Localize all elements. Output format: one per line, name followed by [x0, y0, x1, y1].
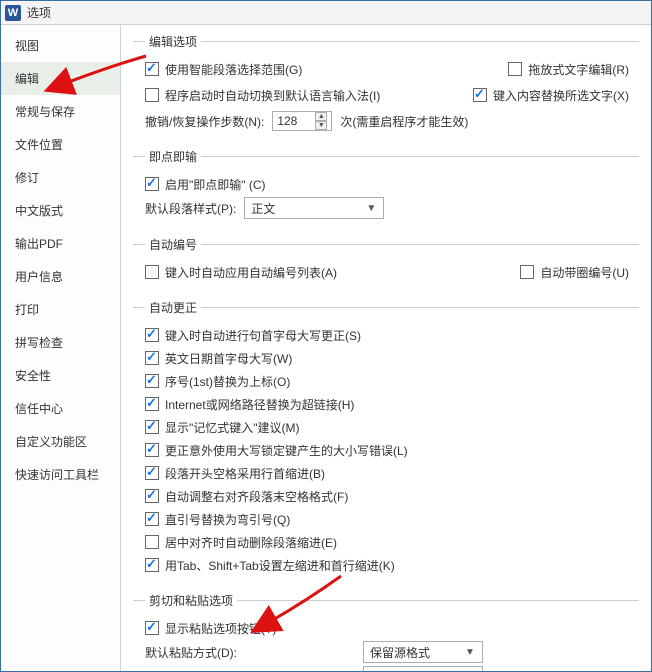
- default-paste-label: 默认粘贴方式(D):: [145, 644, 295, 661]
- group-legend: 自动更正: [145, 299, 201, 316]
- group-legend: 自动编号: [145, 236, 201, 253]
- chevron-down-icon: ▼: [462, 647, 478, 658]
- checkbox-autocorrect-item[interactable]: Internet或网络路径替换为超链接(H): [145, 396, 354, 413]
- check-icon: [145, 374, 159, 388]
- checkbox-enable-click-type[interactable]: 启用"即点即输" (C): [145, 176, 266, 193]
- chevron-down-icon: ▼: [363, 203, 379, 214]
- check-icon: [145, 466, 159, 480]
- check-icon: [145, 177, 159, 191]
- checkbox-autocorrect-item[interactable]: 英文日期首字母大写(W): [145, 350, 292, 367]
- app-icon: W: [5, 5, 21, 21]
- checkbox-autocorrect-item[interactable]: 序号(1st)替换为上标(O): [145, 373, 290, 390]
- check-icon: [145, 420, 159, 434]
- checkbox-autocorrect-item[interactable]: 自动调整右对齐段落末空格格式(F): [145, 488, 348, 505]
- sidebar-item[interactable]: 打印: [1, 293, 120, 326]
- undo-steps-label: 撤销/恢复操作步数(N):: [145, 113, 264, 130]
- window-title: 选项: [27, 4, 51, 21]
- content-pane: 编辑选项 使用智能段落选择范围(G) 拖放式文字编辑(R): [121, 25, 651, 671]
- group-cut-paste: 剪切和粘贴选项 显示粘贴选项按钮(T) 默认粘贴方式(D): 保留源格式 ▼ 将…: [133, 592, 639, 671]
- check-icon: [520, 265, 534, 279]
- check-icon: [145, 265, 159, 279]
- sidebar-item[interactable]: 修订: [1, 161, 120, 194]
- spinner-up-icon[interactable]: ▲: [315, 112, 327, 121]
- default-paste-select[interactable]: 保留源格式 ▼: [363, 641, 483, 663]
- undo-steps-suffix: 次(需重启程序才能生效): [340, 113, 468, 130]
- checkbox-auto-switch-ime[interactable]: 程序启动时自动切换到默认语言输入法(I): [145, 87, 380, 104]
- check-icon: [145, 535, 159, 549]
- sidebar-item[interactable]: 安全性: [1, 359, 120, 392]
- group-legend: 编辑选项: [145, 33, 201, 50]
- sidebar-item[interactable]: 文件位置: [1, 128, 120, 161]
- check-icon: [145, 443, 159, 457]
- insert-image-label: 将图片插入/粘贴方式(Z):: [145, 669, 295, 672]
- spinner-down-icon[interactable]: ▼: [315, 121, 327, 130]
- checkbox-apply-numbered-list[interactable]: 键入时自动应用自动编号列表(A): [145, 264, 337, 281]
- group-auto-number: 自动编号 键入时自动应用自动编号列表(A) 自动带圈编号(U): [133, 236, 639, 289]
- checkbox-autocorrect-item[interactable]: 段落开头空格采用行首缩进(B): [145, 465, 325, 482]
- checkbox-autocorrect-item[interactable]: 直引号替换为弯引号(Q): [145, 511, 290, 528]
- check-icon: [145, 489, 159, 503]
- check-icon: [145, 328, 159, 342]
- checkbox-replace-selection[interactable]: 键入内容替换所选文字(X): [473, 87, 629, 104]
- undo-steps-spinner[interactable]: 128 ▲ ▼: [272, 111, 332, 131]
- check-icon: [145, 558, 159, 572]
- insert-image-select[interactable]: 嵌入型 ▼: [363, 666, 483, 671]
- group-click-type: 即点即输 启用"即点即输" (C) 默认段落样式(P): 正文 ▼: [133, 148, 639, 226]
- checkbox-autocorrect-item[interactable]: 显示"记忆式键入"建议(M): [145, 419, 300, 436]
- sidebar-item[interactable]: 编辑: [1, 62, 120, 95]
- default-style-select[interactable]: 正文 ▼: [244, 197, 384, 219]
- category-sidebar: 视图编辑常规与保存文件位置修订中文版式输出PDF用户信息打印拼写检查安全性信任中…: [1, 25, 121, 671]
- checkbox-autocorrect-item[interactable]: 键入时自动进行句首字母大写更正(S): [145, 327, 361, 344]
- sidebar-item[interactable]: 信任中心: [1, 392, 120, 425]
- group-auto-correct: 自动更正 键入时自动进行句首字母大写更正(S) 英文日期首字母大写(W) 序号(1s…: [133, 299, 639, 582]
- check-icon: [508, 62, 522, 76]
- check-icon: [145, 62, 159, 76]
- sidebar-item[interactable]: 常规与保存: [1, 95, 120, 128]
- checkbox-show-paste-options[interactable]: 显示粘贴选项按钮(T): [145, 620, 276, 637]
- check-icon: [145, 351, 159, 365]
- check-icon: [473, 88, 487, 102]
- sidebar-item[interactable]: 快速访问工具栏: [1, 458, 120, 491]
- checkbox-autocorrect-item[interactable]: 用Tab、Shift+Tab设置左缩进和首行缩进(K): [145, 557, 395, 574]
- check-icon: [145, 621, 159, 635]
- checkbox-autocorrect-item[interactable]: 更正意外使用大写锁定键产生的大小写错误(L): [145, 442, 408, 459]
- check-icon: [145, 512, 159, 526]
- checkbox-auto-circle-number[interactable]: 自动带圈编号(U): [520, 264, 629, 281]
- group-edit-options: 编辑选项 使用智能段落选择范围(G) 拖放式文字编辑(R): [133, 33, 639, 138]
- group-legend: 剪切和粘贴选项: [145, 592, 237, 609]
- sidebar-item[interactable]: 输出PDF: [1, 227, 120, 260]
- spinner-arrows[interactable]: ▲ ▼: [315, 112, 327, 130]
- sidebar-item[interactable]: 拼写检查: [1, 326, 120, 359]
- sidebar-item[interactable]: 用户信息: [1, 260, 120, 293]
- options-dialog: W 选项 视图编辑常规与保存文件位置修订中文版式输出PDF用户信息打印拼写检查安…: [0, 0, 652, 672]
- checkbox-autocorrect-item[interactable]: 居中对齐时自动删除段落缩进(E): [145, 534, 337, 551]
- sidebar-item[interactable]: 自定义功能区: [1, 425, 120, 458]
- default-style-label: 默认段落样式(P):: [145, 200, 236, 217]
- check-icon: [145, 397, 159, 411]
- checkbox-drag-drop-edit[interactable]: 拖放式文字编辑(R): [508, 61, 629, 78]
- sidebar-item[interactable]: 视图: [1, 29, 120, 62]
- sidebar-item[interactable]: 中文版式: [1, 194, 120, 227]
- titlebar: W 选项: [1, 1, 651, 25]
- check-icon: [145, 88, 159, 102]
- group-legend: 即点即输: [145, 148, 201, 165]
- checkbox-smart-paragraph[interactable]: 使用智能段落选择范围(G): [145, 61, 302, 78]
